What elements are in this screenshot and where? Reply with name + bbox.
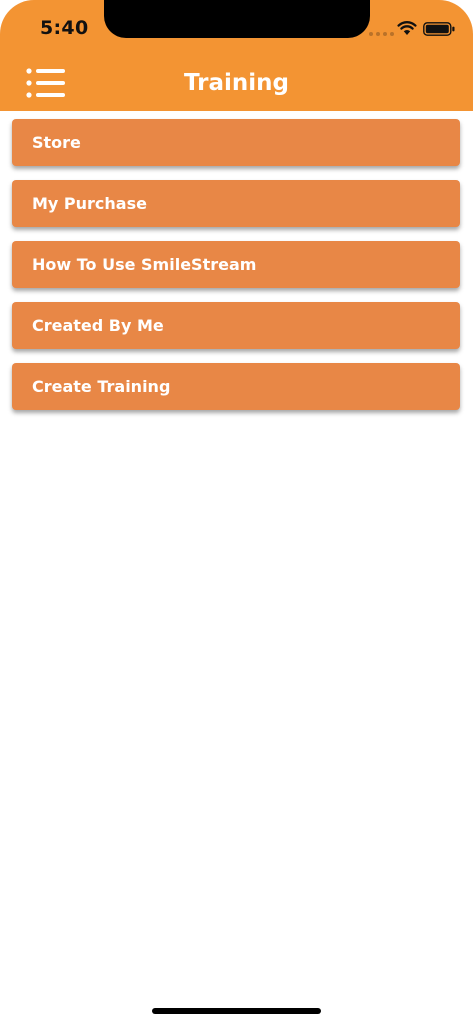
page-title: Training bbox=[183, 70, 289, 96]
menu-item-how-to-use[interactable]: How To Use SmileStream bbox=[12, 241, 460, 288]
training-menu-list: Store My Purchase How To Use SmileStream… bbox=[12, 119, 460, 410]
battery-icon bbox=[423, 22, 455, 36]
device-notch bbox=[104, 0, 370, 38]
cellular-signal-icon bbox=[369, 32, 394, 36]
wifi-icon bbox=[397, 21, 417, 35]
menu-item-label: My Purchase bbox=[32, 194, 147, 213]
menu-item-label: Store bbox=[32, 133, 81, 152]
menu-item-label: How To Use SmileStream bbox=[32, 255, 257, 274]
phone-screen: 5:40 Training Store My Purchase How To U… bbox=[0, 0, 473, 1024]
menu-item-my-purchase[interactable]: My Purchase bbox=[12, 180, 460, 227]
menu-item-store[interactable]: Store bbox=[12, 119, 460, 166]
menu-item-label: Created By Me bbox=[32, 316, 164, 335]
status-time: 5:40 bbox=[40, 17, 89, 39]
menu-item-created-by-me[interactable]: Created By Me bbox=[12, 302, 460, 349]
home-indicator[interactable] bbox=[152, 1008, 321, 1014]
menu-item-label: Create Training bbox=[32, 377, 171, 396]
app-header: 5:40 Training bbox=[0, 0, 473, 111]
menu-item-create-training[interactable]: Create Training bbox=[12, 363, 460, 410]
